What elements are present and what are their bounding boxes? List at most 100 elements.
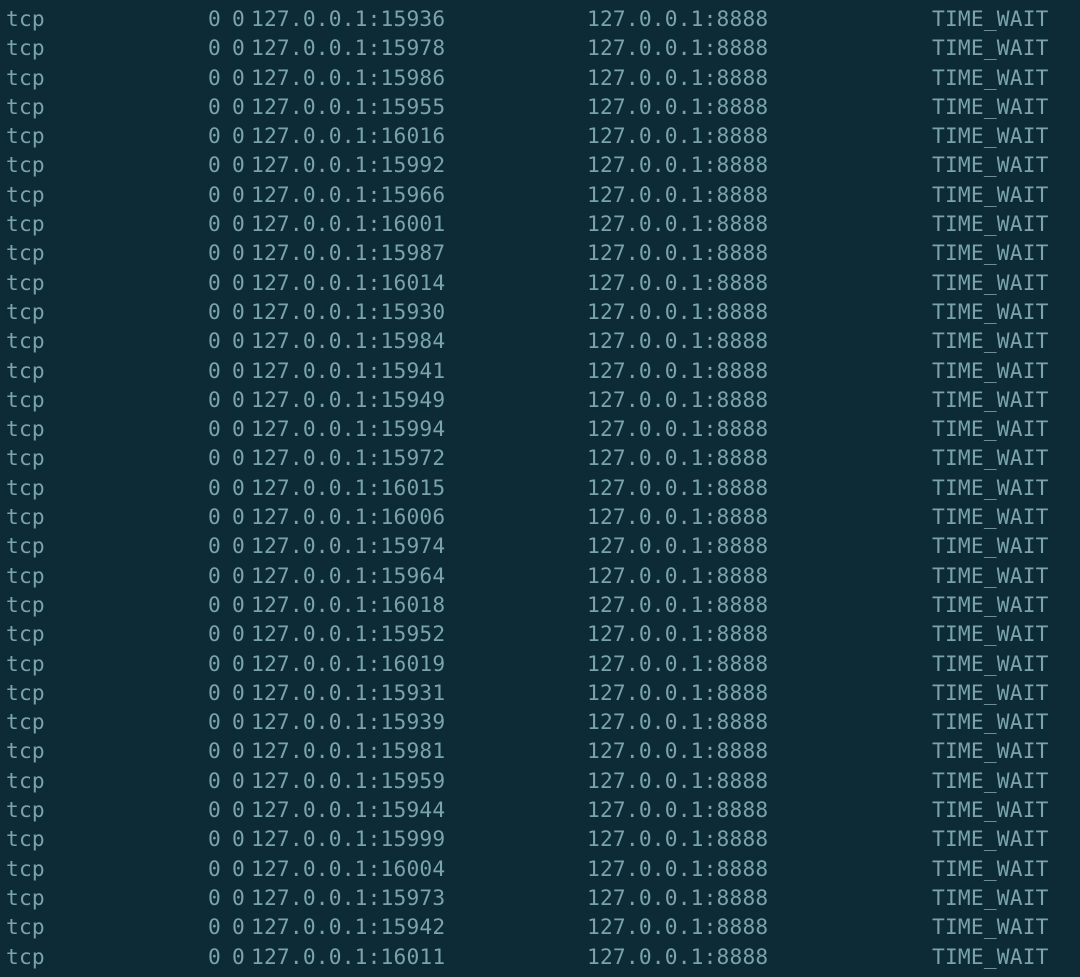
sendq-cell: 0 [221, 443, 245, 472]
proto-cell: tcp [6, 883, 113, 912]
connection-row: tcp00127.0.0.1:16004127.0.0.1:8888TIME_W… [6, 854, 1080, 883]
local-address-cell: 127.0.0.1:15999 [251, 824, 587, 853]
peer-address-cell: 127.0.0.1:8888 [587, 883, 932, 912]
sendq-cell: 0 [221, 238, 245, 267]
recvq-cell: 0 [113, 180, 221, 209]
state-cell: TIME_WAIT [932, 531, 1049, 560]
sendq-cell: 0 [221, 297, 245, 326]
sendq-cell: 0 [221, 326, 245, 355]
connection-row: tcp00127.0.0.1:16011127.0.0.1:8888TIME_W… [6, 942, 1080, 971]
local-address-cell: 127.0.0.1:15986 [251, 63, 587, 92]
connection-row: tcp00127.0.0.1:15944127.0.0.1:8888TIME_W… [6, 795, 1080, 824]
peer-address-cell: 127.0.0.1:8888 [587, 4, 932, 33]
proto-cell: tcp [6, 238, 113, 267]
local-address-cell: 127.0.0.1:15972 [251, 443, 587, 472]
peer-address-cell: 127.0.0.1:8888 [587, 707, 932, 736]
recvq-cell: 0 [113, 942, 221, 971]
proto-cell: tcp [6, 268, 113, 297]
connection-row: tcp00127.0.0.1:15992127.0.0.1:8888TIME_W… [6, 150, 1080, 179]
recvq-cell: 0 [113, 561, 221, 590]
state-cell: TIME_WAIT [932, 707, 1049, 736]
terminal-output[interactable]: tcp00127.0.0.1:15936127.0.0.1:8888TIME_W… [0, 0, 1080, 971]
state-cell: TIME_WAIT [932, 678, 1049, 707]
state-cell: TIME_WAIT [932, 414, 1049, 443]
local-address-cell: 127.0.0.1:16011 [251, 942, 587, 971]
recvq-cell: 0 [113, 121, 221, 150]
local-address-cell: 127.0.0.1:15984 [251, 326, 587, 355]
proto-cell: tcp [6, 531, 113, 560]
state-cell: TIME_WAIT [932, 619, 1049, 648]
proto-cell: tcp [6, 942, 113, 971]
state-cell: TIME_WAIT [932, 912, 1049, 941]
proto-cell: tcp [6, 121, 113, 150]
local-address-cell: 127.0.0.1:15987 [251, 238, 587, 267]
peer-address-cell: 127.0.0.1:8888 [587, 912, 932, 941]
connection-row: tcp00127.0.0.1:15936127.0.0.1:8888TIME_W… [6, 4, 1080, 33]
proto-cell: tcp [6, 63, 113, 92]
peer-address-cell: 127.0.0.1:8888 [587, 356, 932, 385]
recvq-cell: 0 [113, 443, 221, 472]
peer-address-cell: 127.0.0.1:8888 [587, 33, 932, 62]
recvq-cell: 0 [113, 883, 221, 912]
proto-cell: tcp [6, 385, 113, 414]
sendq-cell: 0 [221, 63, 245, 92]
state-cell: TIME_WAIT [932, 4, 1049, 33]
connection-row: tcp00127.0.0.1:15959127.0.0.1:8888TIME_W… [6, 766, 1080, 795]
local-address-cell: 127.0.0.1:15966 [251, 180, 587, 209]
connection-row: tcp00127.0.0.1:16019127.0.0.1:8888TIME_W… [6, 649, 1080, 678]
recvq-cell: 0 [113, 4, 221, 33]
peer-address-cell: 127.0.0.1:8888 [587, 180, 932, 209]
state-cell: TIME_WAIT [932, 326, 1049, 355]
proto-cell: tcp [6, 619, 113, 648]
peer-address-cell: 127.0.0.1:8888 [587, 502, 932, 531]
sendq-cell: 0 [221, 854, 245, 883]
sendq-cell: 0 [221, 912, 245, 941]
recvq-cell: 0 [113, 649, 221, 678]
connection-row: tcp00127.0.0.1:15952127.0.0.1:8888TIME_W… [6, 619, 1080, 648]
state-cell: TIME_WAIT [932, 443, 1049, 472]
local-address-cell: 127.0.0.1:15992 [251, 150, 587, 179]
sendq-cell: 0 [221, 502, 245, 531]
sendq-cell: 0 [221, 385, 245, 414]
sendq-cell: 0 [221, 619, 245, 648]
recvq-cell: 0 [113, 795, 221, 824]
sendq-cell: 0 [221, 942, 245, 971]
peer-address-cell: 127.0.0.1:8888 [587, 92, 932, 121]
state-cell: TIME_WAIT [932, 473, 1049, 502]
proto-cell: tcp [6, 297, 113, 326]
local-address-cell: 127.0.0.1:16004 [251, 854, 587, 883]
peer-address-cell: 127.0.0.1:8888 [587, 766, 932, 795]
connection-row: tcp00127.0.0.1:16006127.0.0.1:8888TIME_W… [6, 502, 1080, 531]
sendq-cell: 0 [221, 649, 245, 678]
connection-row: tcp00127.0.0.1:15942127.0.0.1:8888TIME_W… [6, 912, 1080, 941]
connection-row: tcp00127.0.0.1:15964127.0.0.1:8888TIME_W… [6, 561, 1080, 590]
peer-address-cell: 127.0.0.1:8888 [587, 531, 932, 560]
recvq-cell: 0 [113, 326, 221, 355]
local-address-cell: 127.0.0.1:15942 [251, 912, 587, 941]
proto-cell: tcp [6, 854, 113, 883]
connection-row: tcp00127.0.0.1:16018127.0.0.1:8888TIME_W… [6, 590, 1080, 619]
state-cell: TIME_WAIT [932, 736, 1049, 765]
sendq-cell: 0 [221, 414, 245, 443]
peer-address-cell: 127.0.0.1:8888 [587, 121, 932, 150]
connection-row: tcp00127.0.0.1:15994127.0.0.1:8888TIME_W… [6, 414, 1080, 443]
sendq-cell: 0 [221, 33, 245, 62]
state-cell: TIME_WAIT [932, 942, 1049, 971]
connection-row: tcp00127.0.0.1:15931127.0.0.1:8888TIME_W… [6, 678, 1080, 707]
proto-cell: tcp [6, 4, 113, 33]
sendq-cell: 0 [221, 150, 245, 179]
connection-row: tcp00127.0.0.1:16015127.0.0.1:8888TIME_W… [6, 473, 1080, 502]
connection-row: tcp00127.0.0.1:15930127.0.0.1:8888TIME_W… [6, 297, 1080, 326]
local-address-cell: 127.0.0.1:15994 [251, 414, 587, 443]
local-address-cell: 127.0.0.1:15955 [251, 92, 587, 121]
recvq-cell: 0 [113, 92, 221, 121]
local-address-cell: 127.0.0.1:15949 [251, 385, 587, 414]
recvq-cell: 0 [113, 531, 221, 560]
state-cell: TIME_WAIT [932, 795, 1049, 824]
state-cell: TIME_WAIT [932, 590, 1049, 619]
connection-row: tcp00127.0.0.1:15966127.0.0.1:8888TIME_W… [6, 180, 1080, 209]
recvq-cell: 0 [113, 502, 221, 531]
peer-address-cell: 127.0.0.1:8888 [587, 385, 932, 414]
sendq-cell: 0 [221, 209, 245, 238]
connection-row: tcp00127.0.0.1:15978127.0.0.1:8888TIME_W… [6, 33, 1080, 62]
